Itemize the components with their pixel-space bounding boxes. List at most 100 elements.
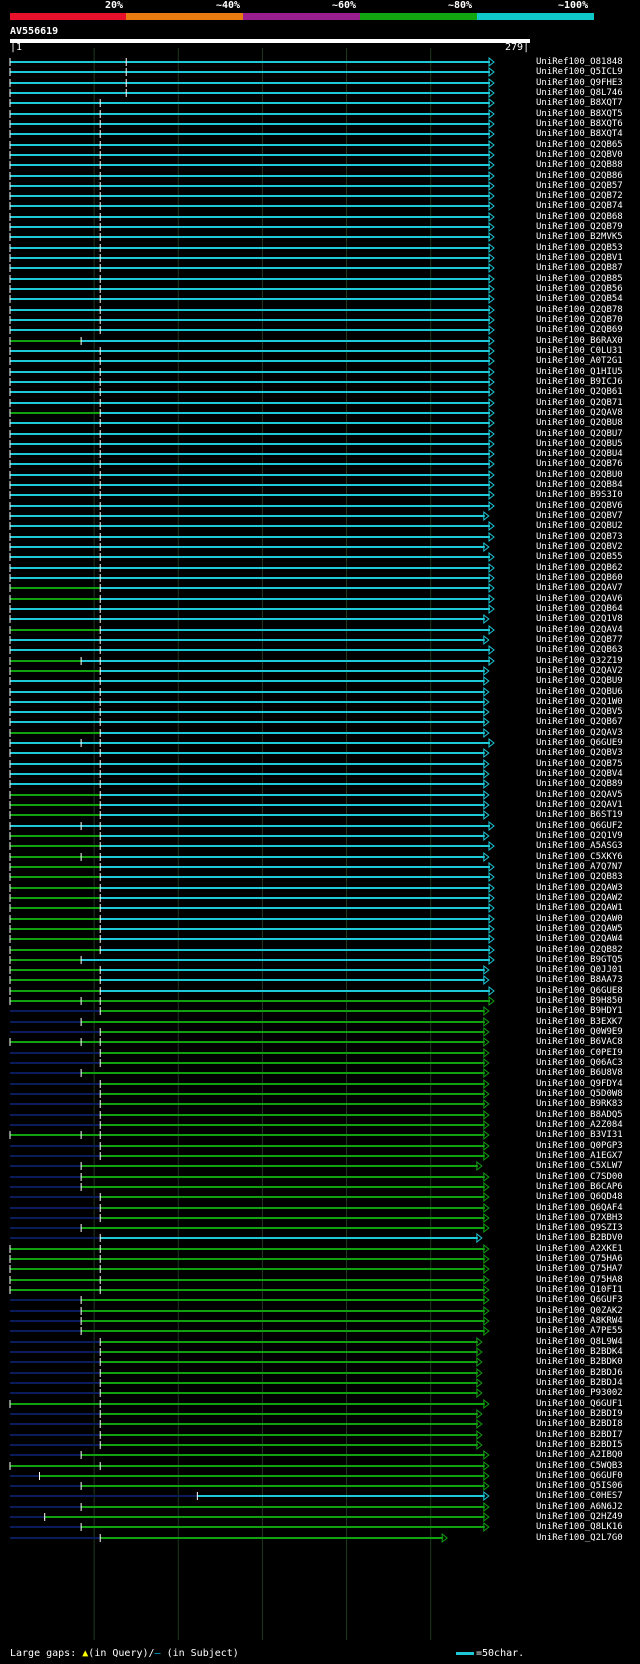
hit-label[interactable]: UniRef100_Q2QB87 [536,263,623,273]
hit-label[interactable]: UniRef100_Q2QAV4 [536,625,623,635]
hit-label[interactable]: UniRef100_Q6QAF4 [536,1203,623,1213]
hit-label[interactable]: UniRef100_B6RAX0 [536,336,623,346]
hit-label[interactable]: UniRef100_Q2QAW1 [536,903,623,913]
hit-label[interactable]: UniRef100_B2BDI8 [536,1419,623,1429]
hit-label[interactable]: UniRef100_Q2QB65 [536,140,623,150]
hit-label[interactable]: UniRef100_B6CAP6 [536,1182,623,1192]
hit-label[interactable]: UniRef100_B6VAC8 [536,1037,623,1047]
hit-label[interactable]: UniRef100_B8XQT6 [536,119,623,129]
hit-label[interactable]: UniRef100_B2BDJ4 [536,1378,623,1388]
hit-label[interactable]: UniRef100_Q75HA6 [536,1254,623,1264]
hit-label[interactable]: UniRef100_Q8LK16 [536,1522,623,1532]
hit-label[interactable]: UniRef100_C0LU31 [536,346,623,356]
hit-label[interactable]: UniRef100_A0T2G1 [536,356,623,366]
hit-label[interactable]: UniRef100_Q2QB76 [536,459,623,469]
hit-label[interactable]: UniRef100_C7SD00 [536,1172,623,1182]
hit-label[interactable]: UniRef100_Q2QB82 [536,945,623,955]
hit-label[interactable]: UniRef100_Q9SZI3 [536,1223,623,1233]
hit-label[interactable]: UniRef100_Q2QBV2 [536,542,623,552]
hit-label[interactable]: UniRef100_Q2QAV8 [536,408,623,418]
hit-label[interactable]: UniRef100_Q2QBU8 [536,418,623,428]
hit-label[interactable]: UniRef100_Q2L7G0 [536,1533,623,1543]
hit-label[interactable]: UniRef100_Q2QB60 [536,573,623,583]
hit-label[interactable]: UniRef100_A6N6J2 [536,1502,623,1512]
hit-label[interactable]: UniRef100_Q2QB56 [536,284,623,294]
hit-label[interactable]: UniRef100_Q2QB89 [536,779,623,789]
hit-label[interactable]: UniRef100_Q7XBH3 [536,1213,623,1223]
hit-label[interactable]: UniRef100_Q2QBV4 [536,769,623,779]
hit-label[interactable]: UniRef100_A5ASG3 [536,841,623,851]
hit-label[interactable]: UniRef100_Q2QAV7 [536,583,623,593]
hit-label[interactable]: UniRef100_Q2QAV6 [536,594,623,604]
hit-label[interactable]: UniRef100_Q2QAV1 [536,800,623,810]
hit-label[interactable]: UniRef100_Q6GUF0 [536,1471,623,1481]
hit-label[interactable]: UniRef100_Q2QB53 [536,243,623,253]
hit-label[interactable]: UniRef100_Q2QB85 [536,274,623,284]
hit-label[interactable]: UniRef100_C5WQB3 [536,1461,623,1471]
hit-label[interactable]: UniRef100_Q2QB75 [536,759,623,769]
hit-label[interactable]: UniRef100_Q2QB55 [536,552,623,562]
hit-label[interactable]: UniRef100_A2IBQ0 [536,1450,623,1460]
hit-label[interactable]: UniRef100_A2XKE1 [536,1244,623,1254]
hit-label[interactable]: UniRef100_Q32Z19 [536,656,623,666]
hit-label[interactable]: UniRef100_Q0ZAK2 [536,1306,623,1316]
hit-label[interactable]: UniRef100_Q1HIU5 [536,367,623,377]
hit-label[interactable]: UniRef100_B9HDY1 [536,1006,623,1016]
hit-label[interactable]: UniRef100_B3EXK7 [536,1017,623,1027]
hit-label[interactable]: UniRef100_Q2QBV1 [536,253,623,263]
hit-label[interactable]: UniRef100_Q6QD48 [536,1192,623,1202]
hit-label[interactable]: UniRef100_C0PEI9 [536,1048,623,1058]
hit-label[interactable]: UniRef100_B2BDJ6 [536,1368,623,1378]
hit-label[interactable]: UniRef100_B9GTQ5 [536,955,623,965]
hit-label[interactable]: UniRef100_Q2QAV2 [536,666,623,676]
hit-label[interactable]: UniRef100_Q2QBU9 [536,676,623,686]
hit-label[interactable]: UniRef100_Q2QB69 [536,325,623,335]
hit-label[interactable]: UniRef100_Q2QBV6 [536,501,623,511]
hit-label[interactable]: UniRef100_Q2QB72 [536,191,623,201]
hit-label[interactable]: UniRef100_Q5IS06 [536,1481,623,1491]
hit-label[interactable]: UniRef100_B8XQT4 [536,129,623,139]
hit-label[interactable]: UniRef100_C0HES7 [536,1491,623,1501]
hit-label[interactable]: UniRef100_Q75HA8 [536,1275,623,1285]
hit-label[interactable]: UniRef100_Q2QB61 [536,387,623,397]
hit-label[interactable]: UniRef100_Q2QB78 [536,305,623,315]
hit-label[interactable]: UniRef100_Q2QAW5 [536,924,623,934]
hit-label[interactable]: UniRef100_Q2QB83 [536,872,623,882]
hit-label[interactable]: UniRef100_B2BDK4 [536,1347,623,1357]
hit-label[interactable]: UniRef100_A7Q7N7 [536,862,623,872]
hit-label[interactable]: UniRef100_Q2QB77 [536,635,623,645]
hit-label[interactable]: UniRef100_A1EGX7 [536,1151,623,1161]
hit-label[interactable]: UniRef100_Q0W9E9 [536,1027,623,1037]
hit-label[interactable]: UniRef100_Q2QBU7 [536,429,623,439]
hit-label[interactable]: UniRef100_Q2QB63 [536,645,623,655]
hit-label[interactable]: UniRef100_Q2QB88 [536,160,623,170]
hit-label[interactable]: UniRef100_Q2QB70 [536,315,623,325]
hit-label[interactable]: UniRef100_Q2HZ49 [536,1512,623,1522]
hit-label[interactable]: UniRef100_C5XLW7 [536,1161,623,1171]
hit-label[interactable]: UniRef100_Q2QB84 [536,480,623,490]
hit-label[interactable]: UniRef100_Q6GUF3 [536,1295,623,1305]
hit-label[interactable]: UniRef100_A8KRW4 [536,1316,623,1326]
hit-label[interactable]: UniRef100_B2BDI5 [536,1440,623,1450]
hit-label[interactable]: UniRef100_Q5D0W8 [536,1089,623,1099]
hit-label[interactable]: UniRef100_Q2QB73 [536,532,623,542]
hit-label[interactable]: UniRef100_Q2QB64 [536,604,623,614]
hit-label[interactable]: UniRef100_Q2QB68 [536,212,623,222]
hit-label[interactable]: UniRef100_Q06AC3 [536,1058,623,1068]
hit-label[interactable]: UniRef100_B2MVK5 [536,232,623,242]
hit-label[interactable]: UniRef100_B9ICJ6 [536,377,623,387]
hit-label[interactable]: UniRef100_B9RK83 [536,1099,623,1109]
hit-label[interactable]: UniRef100_Q10FI1 [536,1285,623,1295]
hit-label[interactable]: UniRef100_A2Z084 [536,1120,623,1130]
hit-label[interactable]: UniRef100_B9H850 [536,996,623,1006]
hit-label[interactable]: UniRef100_Q6GUF1 [536,1399,623,1409]
hit-label[interactable]: UniRef100_Q2QB79 [536,222,623,232]
hit-label[interactable]: UniRef100_Q2QAW2 [536,893,623,903]
hit-label[interactable]: UniRef100_Q2QBV7 [536,511,623,521]
hit-label[interactable]: UniRef100_B6U8V8 [536,1068,623,1078]
hit-label[interactable]: UniRef100_Q9FHE3 [536,78,623,88]
hit-label[interactable]: UniRef100_Q2QB86 [536,171,623,181]
hit-label[interactable]: UniRef100_Q2QBU0 [536,470,623,480]
hit-label[interactable]: UniRef100_Q2Q1V9 [536,831,623,841]
hit-label[interactable]: UniRef100_Q2QB57 [536,181,623,191]
